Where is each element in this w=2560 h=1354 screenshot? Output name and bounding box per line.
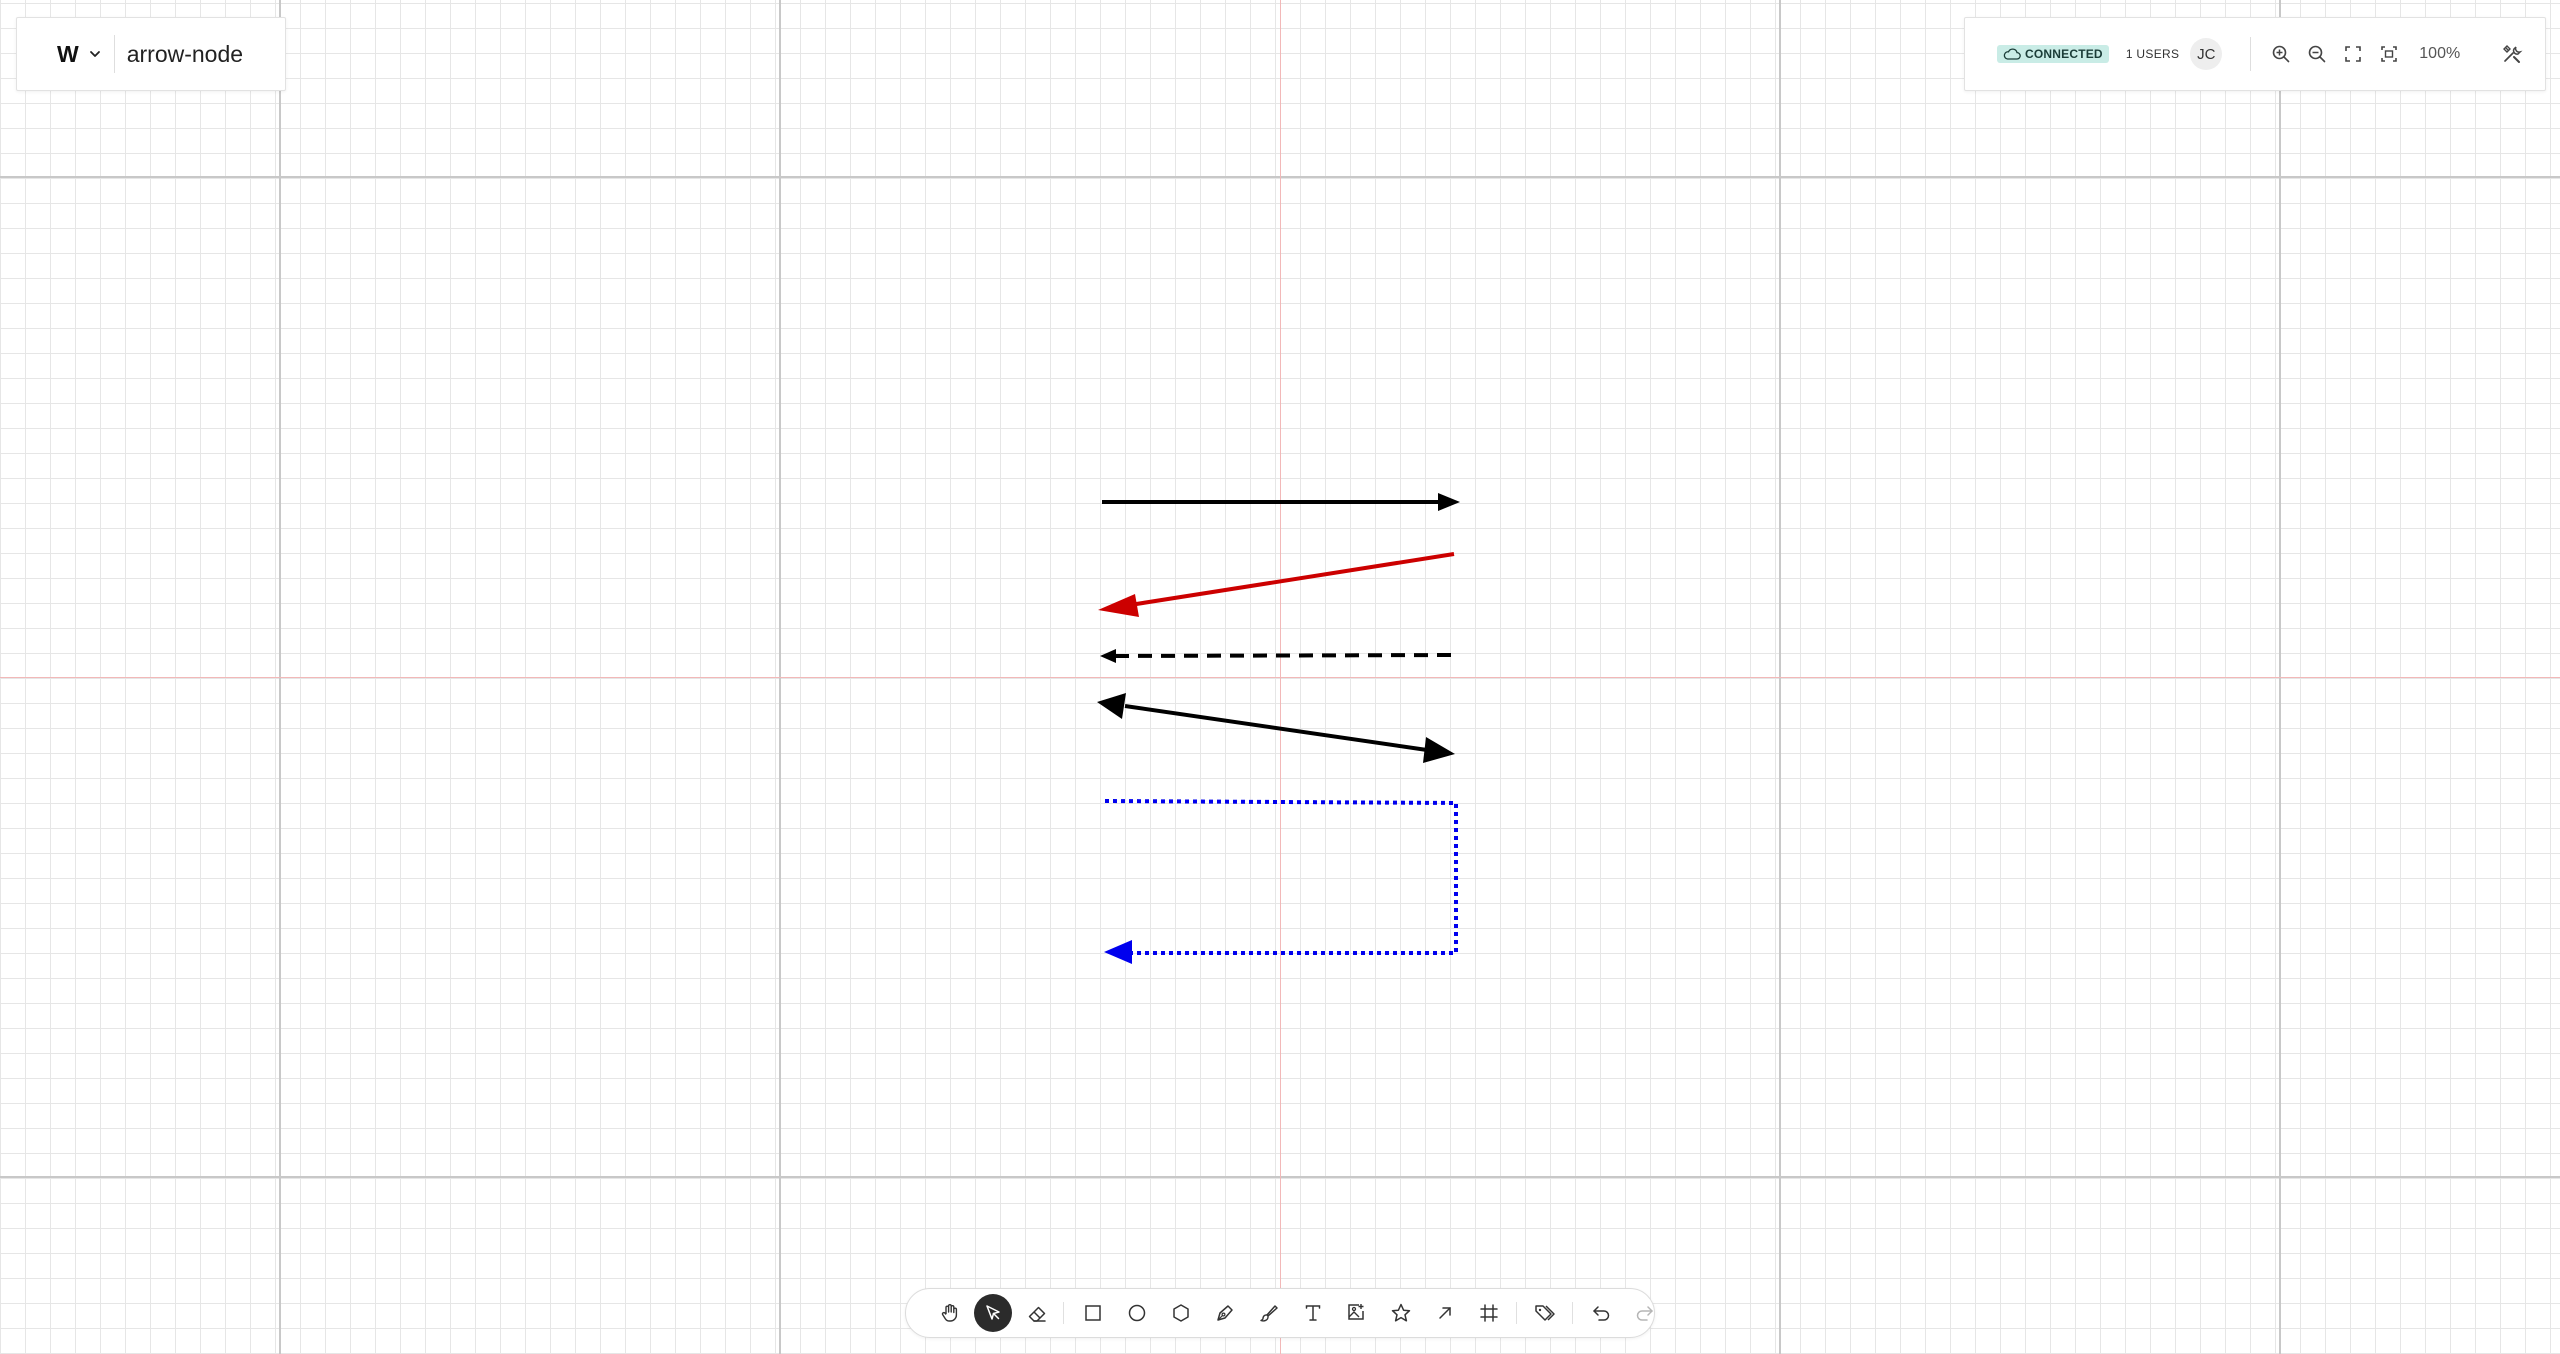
chevron-down-icon	[89, 50, 101, 58]
connection-status-text: CONNECTED	[2025, 47, 2103, 61]
star-tool[interactable]	[1382, 1294, 1420, 1332]
arrow-icon	[1439, 1307, 1451, 1319]
undo-button[interactable]	[1582, 1294, 1620, 1332]
circle-icon	[1128, 1304, 1146, 1322]
tag-tool[interactable]	[1526, 1294, 1564, 1332]
tools-settings-button[interactable]	[2494, 36, 2530, 72]
brush-icon	[1260, 1305, 1278, 1322]
frame-icon	[1480, 1304, 1498, 1322]
document-panel: W arrow-node	[16, 17, 286, 91]
polygon-tool[interactable]	[1162, 1294, 1200, 1332]
brush-tool[interactable]	[1250, 1294, 1288, 1332]
eraser-icon	[1028, 1306, 1046, 1322]
zoom-in-button[interactable]	[2263, 36, 2299, 72]
frame-tool[interactable]	[1470, 1294, 1508, 1332]
pointer-icon	[986, 1305, 1000, 1320]
fit-to-screen-button[interactable]	[2371, 36, 2407, 72]
text-tool[interactable]	[1294, 1294, 1332, 1332]
status-panel: CONNECTED 1 USERS JC 100%	[1964, 17, 2546, 91]
fullscreen-button[interactable]	[2335, 36, 2371, 72]
zoom-in-icon	[2272, 45, 2290, 63]
pen-icon	[1217, 1305, 1233, 1321]
workspace-logo: W	[57, 40, 79, 67]
text-icon	[1305, 1305, 1321, 1321]
zoom-level[interactable]: 100%	[2419, 45, 2460, 63]
redo-icon	[1636, 1306, 1653, 1321]
image-icon	[1348, 1304, 1364, 1320]
avatar[interactable]: JC	[2190, 38, 2223, 70]
fit-screen-icon	[2381, 46, 2398, 62]
arrow-black-dashed[interactable]	[1100, 649, 1452, 663]
image-tool[interactable]	[1338, 1294, 1376, 1332]
arrow-black-solid[interactable]	[1102, 493, 1460, 511]
cloud-icon	[2003, 48, 2021, 60]
workspace-menu-button[interactable]: W	[57, 41, 101, 68]
rectangle-tool[interactable]	[1074, 1294, 1112, 1332]
document-title[interactable]: arrow-node	[127, 41, 243, 68]
arrow-black-double[interactable]	[1097, 693, 1455, 763]
hand-icon	[941, 1304, 958, 1322]
user-count: 1 USERS	[2125, 47, 2180, 61]
undo-icon	[1593, 1306, 1610, 1321]
star-icon	[1391, 1303, 1411, 1322]
arrow-tool[interactable]	[1426, 1294, 1464, 1332]
ellipse-tool[interactable]	[1118, 1294, 1156, 1332]
hand-tool[interactable]	[931, 1294, 969, 1332]
rectangle-icon	[1085, 1305, 1101, 1321]
connection-status-badge: CONNECTED	[1997, 45, 2109, 63]
tools-icon	[2503, 45, 2523, 63]
divider	[1572, 1302, 1573, 1324]
hexagon-icon	[1173, 1304, 1189, 1322]
whiteboard-canvas[interactable]	[0, 0, 2560, 1354]
eraser-tool[interactable]	[1018, 1294, 1056, 1332]
arrow-red-solid[interactable]	[1098, 552, 1455, 617]
fullscreen-icon	[2345, 46, 2362, 62]
divider	[1516, 1302, 1517, 1324]
divider	[2250, 37, 2252, 71]
select-tool[interactable]	[974, 1294, 1012, 1332]
redo-button[interactable]	[1626, 1294, 1664, 1332]
pen-tool[interactable]	[1206, 1294, 1244, 1332]
zoom-out-button[interactable]	[2299, 36, 2335, 72]
canvas-shapes	[1097, 493, 1460, 964]
zoom-out-icon	[2308, 45, 2326, 63]
tags-icon	[1535, 1305, 1555, 1321]
bottom-toolbar	[905, 1288, 1655, 1338]
divider	[113, 35, 115, 73]
divider	[1063, 1302, 1064, 1324]
arrow-blue-dotted-elbow[interactable]	[1104, 799, 1458, 964]
